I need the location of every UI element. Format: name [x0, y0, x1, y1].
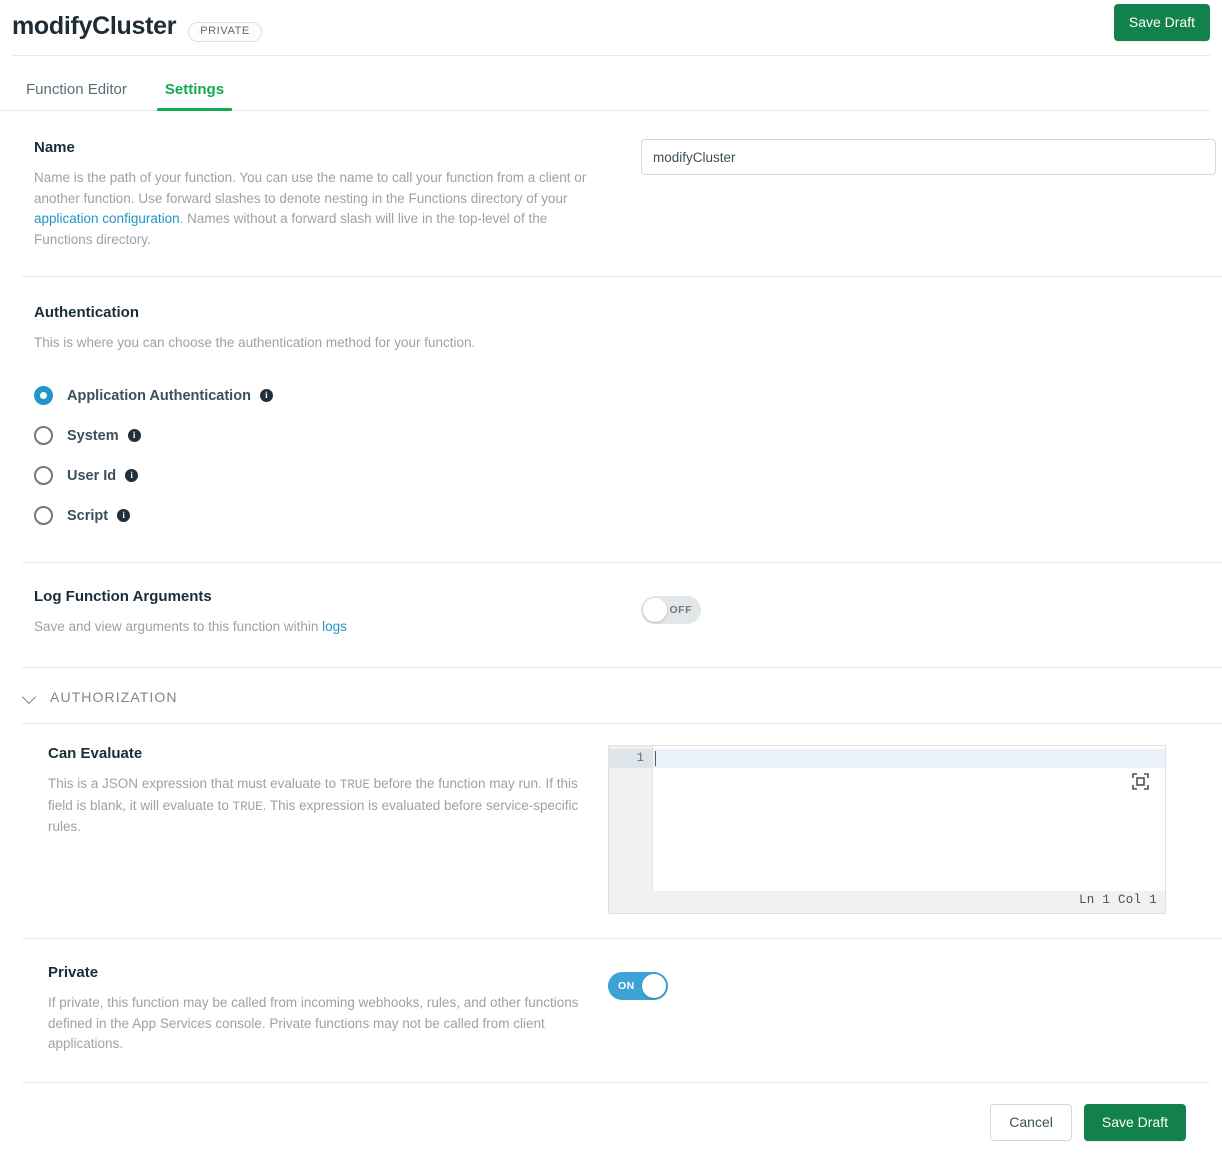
- footer-bar: Cancel Save Draft: [0, 1082, 1222, 1157]
- cancel-button[interactable]: Cancel: [990, 1104, 1072, 1141]
- private-toggle[interactable]: ON: [608, 972, 668, 1000]
- can-evaluate-section: Can Evaluate This is a JSON expression t…: [0, 723, 1222, 938]
- authorization-section-header[interactable]: AUTHORIZATION: [0, 667, 1222, 723]
- tab-bar: Function Editor Settings: [0, 56, 1210, 111]
- name-description-col: Name Name is the path of your function. …: [34, 139, 609, 250]
- radio-icon-system[interactable]: [34, 426, 53, 445]
- log-desc-part1: Save and view arguments to this function…: [34, 619, 322, 634]
- code-editor-text-area[interactable]: [653, 746, 1165, 891]
- info-icon-system[interactable]: i: [128, 429, 141, 442]
- toggle-knob: [642, 974, 666, 998]
- name-input-col: [609, 139, 1216, 175]
- status-badge: PRIVATE: [188, 22, 262, 42]
- name-section-description: Name is the path of your function. You c…: [34, 168, 609, 250]
- page-header: modifyCluster PRIVATE Save Draft: [0, 0, 1222, 55]
- text-caret: [655, 751, 656, 766]
- authentication-section: Authentication This is where you can cho…: [0, 276, 1222, 562]
- authentication-radio-group: Application Authentication i System i Us…: [34, 376, 1200, 536]
- code-editor-gutter: 1: [609, 746, 653, 891]
- info-icon-application-authentication[interactable]: i: [260, 389, 273, 402]
- can-evaluate-code-editor[interactable]: 1: [608, 745, 1166, 914]
- radio-option-script[interactable]: Script i: [34, 496, 1200, 536]
- code-editor-status: Ln 1 Col 1: [609, 891, 1165, 913]
- logs-link[interactable]: logs: [322, 619, 347, 634]
- code-active-line: [653, 749, 1165, 768]
- toggle-state-label: ON: [618, 972, 635, 1000]
- page-title: modifyCluster: [12, 14, 176, 39]
- private-title: Private: [48, 964, 593, 981]
- can-evaluate-editor-col: 1: [593, 745, 1200, 914]
- can-eval-mono-true-1: TRUE: [340, 778, 370, 792]
- name-section-title: Name: [34, 139, 609, 156]
- log-section-title: Log Function Arguments: [34, 588, 609, 605]
- toggle-state-label: OFF: [670, 596, 693, 624]
- can-eval-mono-true-2: TRUE: [233, 800, 263, 814]
- info-icon-user-id[interactable]: i: [125, 469, 138, 482]
- info-icon-script[interactable]: i: [117, 509, 130, 522]
- radio-icon-script[interactable]: [34, 506, 53, 525]
- log-toggle-col: OFF: [609, 588, 1200, 629]
- save-draft-button[interactable]: Save Draft: [1084, 1104, 1186, 1141]
- title-wrap: modifyCluster PRIVATE: [12, 14, 262, 42]
- log-section-description: Save and view arguments to this function…: [34, 617, 609, 638]
- function-name-input[interactable]: [641, 139, 1216, 175]
- authentication-section-description: This is where you can choose the authent…: [34, 333, 1200, 354]
- authentication-section-title: Authentication: [34, 304, 1200, 321]
- can-evaluate-description: This is a JSON expression that must eval…: [48, 774, 593, 838]
- can-evaluate-description-col: Can Evaluate This is a JSON expression t…: [48, 745, 593, 838]
- radio-icon-user-id[interactable]: [34, 466, 53, 485]
- private-description: If private, this function may be called …: [48, 993, 593, 1055]
- toggle-knob: [643, 598, 667, 622]
- radio-label-script: Script: [67, 508, 108, 524]
- private-section: Private If private, this function may be…: [0, 938, 1222, 1079]
- radio-option-user-id[interactable]: User Id i: [34, 456, 1200, 496]
- radio-label-system: System: [67, 428, 119, 444]
- line-number: 1: [609, 749, 652, 768]
- radio-label-user-id: User Id: [67, 468, 116, 484]
- code-editor-body: 1: [609, 746, 1165, 891]
- name-desc-part1: Name is the path of your function. You c…: [34, 170, 586, 206]
- radio-icon-application-authentication[interactable]: [34, 386, 53, 405]
- private-toggle-col: ON: [593, 964, 1200, 1005]
- log-function-arguments-toggle[interactable]: OFF: [641, 596, 701, 624]
- can-evaluate-title: Can Evaluate: [48, 745, 593, 762]
- authorization-title: AUTHORIZATION: [50, 689, 178, 705]
- tab-settings[interactable]: Settings: [161, 81, 228, 110]
- radio-option-system[interactable]: System i: [34, 416, 1200, 456]
- can-eval-desc-part1: This is a JSON expression that must eval…: [48, 776, 340, 791]
- application-configuration-link[interactable]: application configuration: [34, 211, 180, 226]
- radio-option-application-authentication[interactable]: Application Authentication i: [34, 376, 1200, 416]
- footer-buttons: Cancel Save Draft: [990, 1104, 1186, 1141]
- chevron-down-icon[interactable]: [22, 689, 38, 705]
- log-description-col: Log Function Arguments Save and view arg…: [34, 588, 609, 638]
- expand-editor-icon[interactable]: [1132, 773, 1149, 790]
- private-description-col: Private If private, this function may be…: [48, 964, 593, 1055]
- log-function-arguments-section: Log Function Arguments Save and view arg…: [0, 562, 1222, 668]
- radio-label-application-authentication: Application Authentication: [67, 388, 251, 404]
- save-draft-top-button[interactable]: Save Draft: [1114, 4, 1210, 41]
- name-section: Name Name is the path of your function. …: [0, 111, 1222, 276]
- settings-page: modifyCluster PRIVATE Save Draft Functio…: [0, 0, 1222, 1157]
- tab-function-editor[interactable]: Function Editor: [22, 81, 131, 110]
